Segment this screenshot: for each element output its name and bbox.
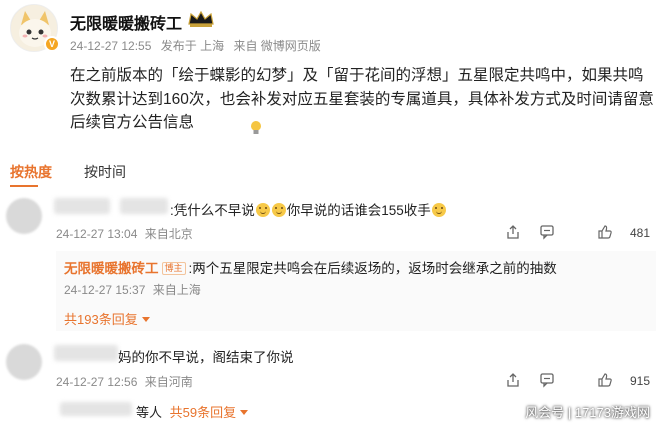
sort-by-hot-tab[interactable]: 按热度 — [10, 162, 52, 187]
post-body: 在之前版本的「绘于蝶影的幻梦」及「留于花间的浮想」五星限定共鸣中，如果共鸣次数累… — [70, 67, 654, 131]
verified-badge-icon: V — [44, 36, 60, 52]
more-replies-count: 共59条回复 — [169, 405, 237, 420]
more-replies-count: 共193条回复 — [64, 312, 138, 327]
chevron-down-icon — [240, 410, 249, 415]
post-time: 24-12-27 12:55 — [70, 39, 152, 53]
post-author[interactable]: 无限暖暖搬砖工 — [70, 10, 182, 34]
replier-names-blurred[interactable] — [60, 402, 132, 416]
comment-meta: 24-12-27 13:04 来自北京 — [56, 225, 193, 242]
reply-icon[interactable] — [539, 224, 555, 240]
reply-box: 无限暖暖搬砖工 博主:两个五星限定共鸣会在后续返场的，返场时会继承之前的抽数 24… — [56, 251, 656, 331]
emoji-icon — [271, 203, 286, 217]
reply-text: 无限暖暖搬砖工 博主:两个五星限定共鸣会在后续返场的，返场时会继承之前的抽数 — [64, 257, 654, 277]
comment-time: 24-12-27 12:56 — [56, 375, 138, 389]
reply-location: 来自上海 — [152, 283, 201, 297]
watermark: 风会号 | 17173游戏网 — [525, 405, 650, 420]
reply-content: :两个五星限定共鸣会在后续返场的，返场时会继承之前的抽数 — [188, 261, 557, 276]
reply-author[interactable]: 无限暖暖搬砖工 — [64, 261, 159, 276]
emoji-icon — [255, 203, 270, 217]
more-replies-link[interactable]: 等人 共59条回复 — [136, 402, 249, 421]
comment-location: 来自河南 — [144, 375, 193, 389]
author-tag-badge: 博主 — [161, 262, 186, 275]
like-icon[interactable] — [597, 224, 613, 240]
comment-text-part: :凭什么不早说 — [170, 203, 255, 218]
comment-time: 24-12-27 13:04 — [56, 227, 138, 241]
reply-meta: 24-12-27 15:37 来自上海 — [64, 281, 201, 298]
like-count: 481 — [630, 226, 651, 240]
crown-icon[interactable] — [187, 10, 215, 33]
comment-text: 妈的你不早说，阁结束了你说 — [118, 350, 294, 365]
comment-meta: 24-12-27 12:56 来自河南 — [56, 373, 193, 390]
post-source[interactable]: 来自 微博网页版 — [233, 39, 320, 53]
sort-by-time-tab[interactable]: 按时间 — [84, 162, 126, 182]
comment-location: 来自北京 — [144, 227, 193, 241]
reply-icon[interactable] — [539, 372, 555, 388]
commenter-name-blurred[interactable] — [54, 345, 118, 361]
comment-sort-bar: 按热度 按时间 — [0, 160, 660, 187]
reply-time: 24-12-27 15:37 — [64, 283, 146, 297]
like-icon[interactable] — [597, 372, 613, 388]
comment-text-part: 你早说的话谁会155收手 — [286, 203, 431, 218]
like-count: 915 — [630, 374, 651, 388]
share-icon[interactable] — [505, 224, 521, 240]
commenter-name-blurred[interactable] — [120, 198, 168, 214]
reply-preview-suffix: 等人 — [136, 405, 163, 420]
post-location: 发布于 上海 — [160, 39, 225, 53]
post-meta: 24-12-27 12:55 发布于 上海 来自 微博网页版 — [70, 37, 327, 54]
commenter-avatar[interactable] — [6, 344, 42, 380]
commenter-avatar[interactable] — [6, 198, 42, 234]
lightbulb-icon — [251, 121, 261, 134]
commenter-name-blurred[interactable] — [54, 198, 110, 214]
chevron-down-icon — [141, 317, 150, 322]
comment-text: :凭什么不早说 你早说的话谁会155收手 — [170, 199, 447, 219]
share-icon[interactable] — [505, 372, 521, 388]
more-replies-link[interactable]: 共193条回复 — [64, 309, 150, 329]
emoji-icon — [431, 203, 446, 217]
